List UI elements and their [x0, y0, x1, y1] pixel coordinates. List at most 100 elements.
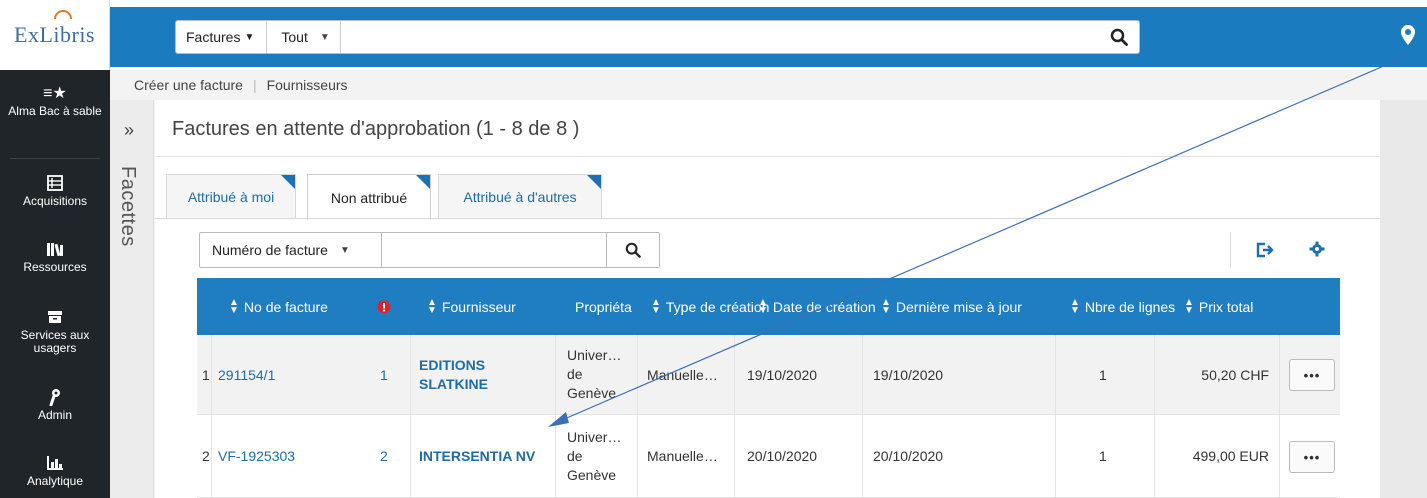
vendor-link[interactable]: EDITIONS SLATKINE: [419, 335, 488, 414]
column-divider: [1154, 335, 1155, 414]
table-row[interactable]: 2 VF-1925303 2 INTERSENTIA NV Univer… de G…: [197, 415, 1340, 498]
breadcrumb: Créer une facture | Fournisseurs: [110, 70, 1427, 100]
search-field-dropdown[interactable]: Numéro de facture ▼: [200, 233, 382, 267]
location-pin-icon[interactable]: [1400, 24, 1416, 46]
breadcrumb-separator: |: [252, 77, 257, 93]
tab-assigned-to-me[interactable]: Attribué à moi: [166, 174, 296, 218]
tab-label: Attribué à moi: [187, 188, 275, 205]
column-label: Dernière mise à jour: [895, 298, 1022, 315]
column-divider: [862, 335, 863, 414]
menu-divider: [10, 158, 100, 159]
column-header-creation-type[interactable]: ▲ ▼ Type de création: [651, 278, 769, 335]
column-divider: [637, 335, 638, 414]
bar-chart-icon: [47, 454, 63, 472]
facets-panel: [110, 100, 154, 498]
search-subscope-label: Tout: [281, 29, 308, 45]
column-divider: [1279, 335, 1280, 414]
tab-unassigned[interactable]: Non attribué: [307, 174, 431, 220]
column-divider: [637, 415, 638, 497]
list-search-button[interactable]: [607, 233, 659, 267]
search-icon: [625, 242, 641, 258]
updated-date-cell: 19/10/2020: [873, 366, 944, 383]
tab-label: Attribué à d'autres: [463, 188, 577, 205]
owner-cell: Univer… de Genève: [567, 347, 622, 401]
menu-item-sandbox[interactable]: ≡★ Alma Bac à sable: [0, 84, 110, 118]
updated-date-cell: 20/10/2020: [873, 448, 944, 464]
tab-corner-flag-icon: [587, 175, 601, 189]
list-search-input[interactable]: [382, 233, 607, 267]
column-divider: [211, 415, 212, 497]
sort-icon: ▲ ▼: [427, 296, 437, 316]
column-header-last-update[interactable]: ▲ ▼ Dernière mise à jour: [881, 278, 1022, 335]
alert-count-link[interactable]: 2: [380, 415, 388, 497]
row-actions-button[interactable]: •••: [1289, 441, 1335, 473]
total-price-cell: 499,00 EUR: [1192, 448, 1269, 464]
alert-icon: [377, 300, 391, 313]
column-header-owner[interactable]: Propriéta: [575, 278, 632, 335]
column-divider: [555, 415, 556, 497]
search-icon: [1110, 28, 1128, 46]
menu-item-label: Acquisitions: [22, 194, 88, 208]
column-divider: [1055, 415, 1056, 497]
menu-item-acquisitions[interactable]: Acquisitions: [0, 174, 110, 208]
column-label: Nbre de lignes: [1084, 298, 1176, 315]
tab-assigned-to-others[interactable]: Attribué à d'autres: [438, 174, 602, 218]
gear-icon[interactable]: [1309, 241, 1325, 257]
column-divider: [410, 335, 411, 414]
row-index: 1: [202, 366, 210, 383]
line-count-cell: 1: [1099, 448, 1107, 464]
alert-count-link[interactable]: 1: [380, 335, 388, 414]
tab-corner-flag-icon: [281, 175, 295, 189]
row-index: 2: [202, 448, 210, 464]
page-title: Factures en attente d'approbation (1 - 8…: [172, 118, 580, 140]
breadcrumb-link-create-invoice[interactable]: Créer une facture: [134, 77, 243, 93]
chevron-down-icon: ▼: [319, 31, 330, 43]
invoice-number-link[interactable]: 291154/1: [218, 335, 275, 414]
search-input[interactable]: [340, 21, 1099, 53]
column-divider: [1055, 335, 1056, 414]
column-label: No de facture: [243, 298, 328, 315]
column-header-created[interactable]: ▲ ▼ Date de création: [758, 278, 876, 335]
column-label: Prix total: [1198, 298, 1254, 315]
logo-text: ExLibris: [14, 22, 95, 47]
column-header-line-count[interactable]: ▲ ▼ Nbre de lignes: [1070, 278, 1175, 335]
column-label: Date de création: [772, 298, 876, 315]
sandbox-star-icon: ≡★: [43, 84, 67, 102]
row-actions-button[interactable]: •••: [1289, 359, 1335, 391]
created-date-cell: 19/10/2020: [747, 366, 818, 383]
sort-icon: ▲ ▼: [229, 296, 239, 316]
column-divider: [734, 415, 735, 497]
sort-icon: ▲ ▼: [651, 296, 661, 316]
column-header-alerts: [377, 278, 391, 335]
search-button[interactable]: [1099, 21, 1139, 53]
created-date-cell: 20/10/2020: [747, 448, 818, 464]
invoice-number-link[interactable]: VF-1925303: [218, 415, 295, 497]
export-icon[interactable]: [1256, 242, 1274, 258]
breadcrumb-link-vendors[interactable]: Fournisseurs: [267, 77, 348, 93]
vendor-link[interactable]: INTERSENTIA NV: [419, 415, 535, 497]
column-header-total-price[interactable]: ▲ ▼ Prix total: [1184, 278, 1253, 335]
facets-label[interactable]: Facettes: [116, 166, 139, 247]
table-row[interactable]: 1 291154/1 1 EDITIONS SLATKINE Univer… de G…: [197, 335, 1340, 415]
menu-item-user-services[interactable]: Services aux usagers: [0, 308, 110, 355]
books-icon: [46, 240, 64, 258]
search-scope-dropdown[interactable]: Factures ▼: [176, 21, 268, 53]
menu-item-admin[interactable]: Admin: [0, 388, 110, 422]
menu-item-resources[interactable]: Ressources: [0, 240, 110, 274]
menu-item-label: Analytique: [26, 474, 84, 488]
column-label: Type de création: [665, 298, 770, 315]
column-label: Propriéta: [575, 298, 632, 315]
column-divider: [555, 335, 556, 414]
column-header-invoice-number[interactable]: ▲ ▼ No de facture: [229, 278, 328, 335]
line-count-cell: 1: [1099, 366, 1107, 383]
menu-item-analytics[interactable]: Analytique: [0, 454, 110, 488]
expand-facets-icon[interactable]: »: [124, 120, 134, 141]
exlibris-logo[interactable]: ExLibris: [0, 0, 110, 70]
column-divider: [410, 415, 411, 497]
tabs-divider: [155, 218, 1380, 219]
column-divider: [1154, 415, 1155, 497]
caret-down-icon: ▼: [244, 31, 255, 43]
logo-arc-icon: [54, 10, 72, 20]
search-subscope-dropdown[interactable]: Tout ▼: [267, 21, 341, 53]
column-header-vendor[interactable]: ▲ ▼ Fournisseur: [427, 278, 516, 335]
